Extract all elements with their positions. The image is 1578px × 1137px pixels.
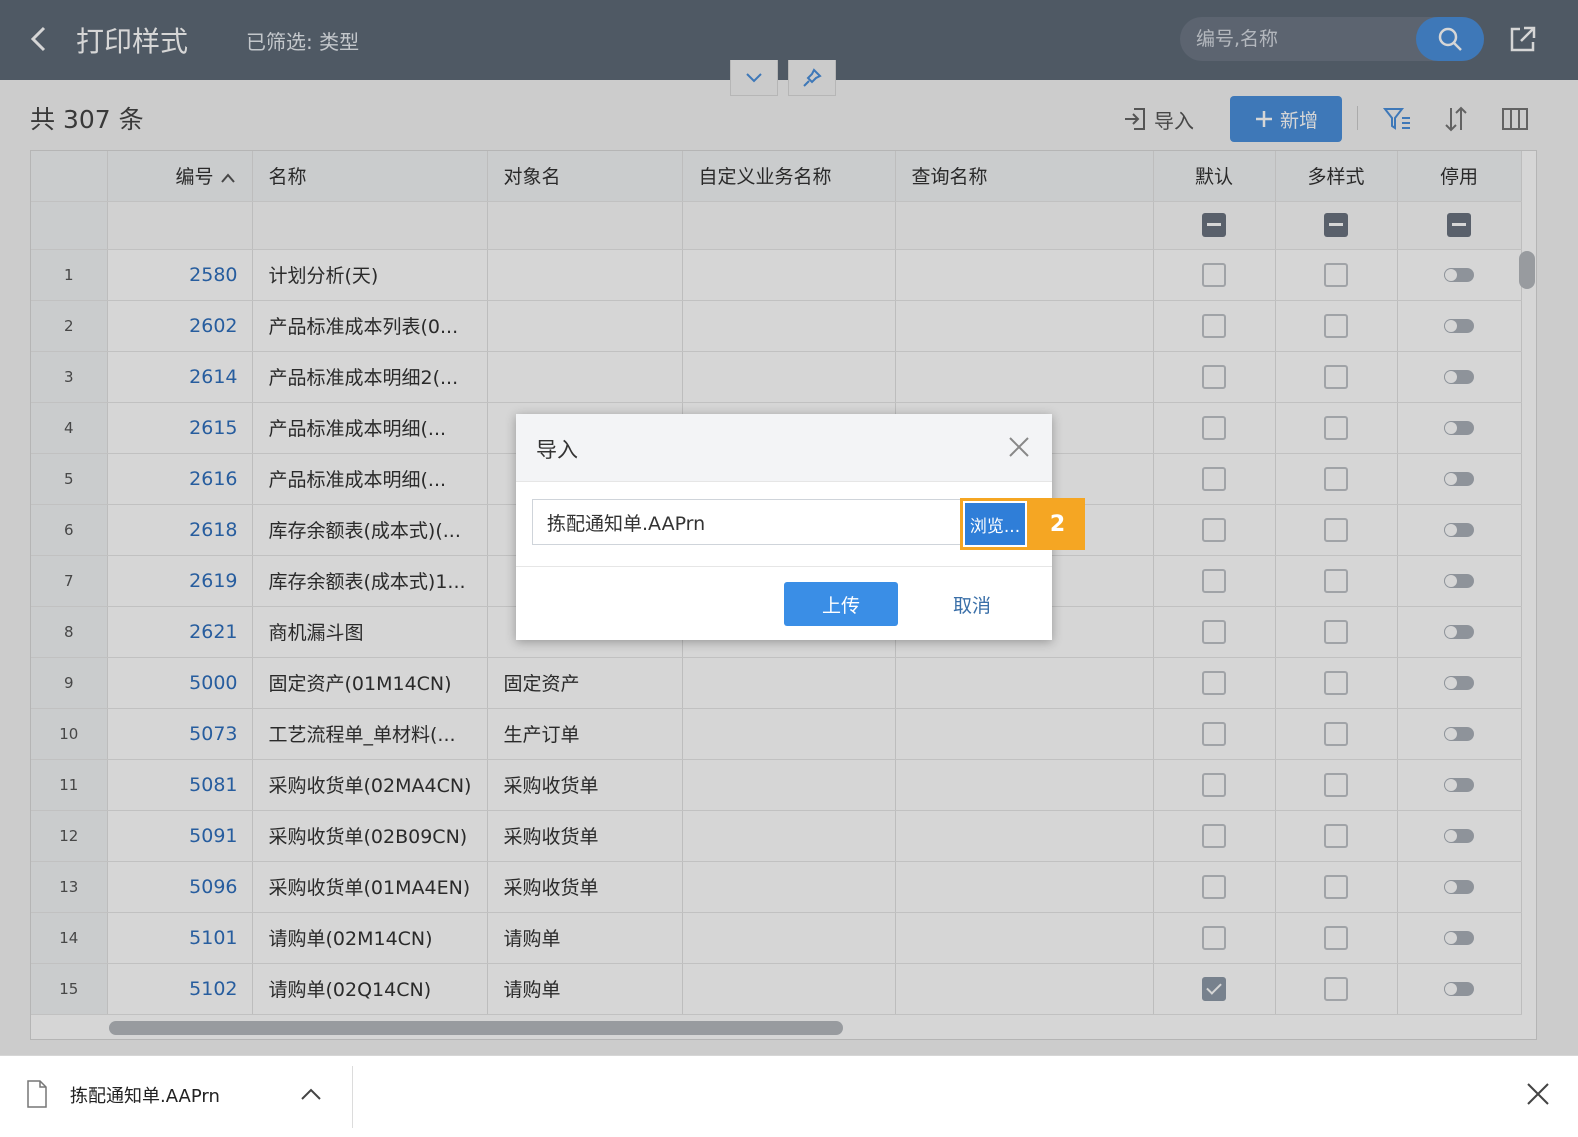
download-bar: 拣配通知单.AAPrn: [0, 1055, 1578, 1137]
download-divider: [352, 1066, 353, 1128]
app-window: 打印样式 已筛选: 类型 共 307 条 导入 新增: [0, 0, 1578, 1055]
browse-highlight: 浏览...: [960, 498, 1030, 550]
download-menu-button[interactable]: [298, 1082, 324, 1108]
browse-button[interactable]: 浏览...: [965, 503, 1025, 545]
file-icon: [27, 1080, 47, 1108]
dialog-divider: [516, 566, 1052, 567]
dialog-title: 导入: [536, 438, 578, 462]
close-icon: [1527, 1083, 1549, 1105]
step-badge: 2: [1030, 498, 1085, 550]
chevron-up-icon: [301, 1088, 321, 1100]
file-path-input[interactable]: [532, 499, 962, 545]
dialog-close-button[interactable]: [1006, 434, 1032, 460]
close-icon: [1009, 437, 1029, 457]
upload-button[interactable]: 上传: [784, 582, 898, 626]
dialog-header: 导入: [516, 414, 1052, 482]
download-bar-close-button[interactable]: [1524, 1080, 1552, 1108]
download-file-name[interactable]: 拣配通知单.AAPrn: [70, 1082, 220, 1108]
import-dialog: 导入 浏览... 2 上传 取消: [516, 414, 1085, 640]
cancel-button[interactable]: 取消: [936, 582, 1008, 626]
